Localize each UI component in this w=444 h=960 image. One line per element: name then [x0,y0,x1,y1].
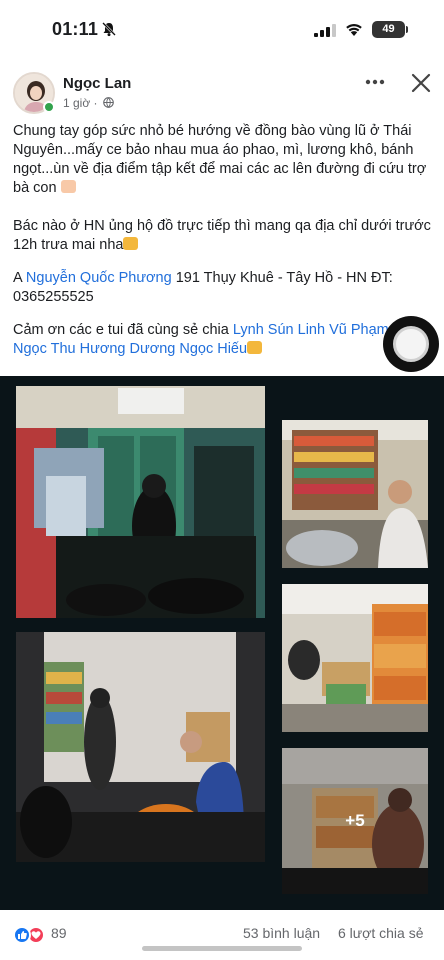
emoji-icon [60,180,76,193]
photo-3[interactable] [282,584,428,732]
tag-link[interactable]: Lynh Sún [233,322,294,338]
post-time[interactable]: 1 giờ · [63,96,98,110]
more-horizontal-icon [365,79,385,85]
paragraph-2-text: Bác nào ở HN ủng hộ đồ trực tiếp thì man… [13,218,431,253]
tag-link[interactable]: Nguyễn Quốc Phương [26,270,172,286]
emoji-icon [247,341,263,354]
status-bar: 01:11 49 [0,0,444,60]
photo-4[interactable] [16,632,265,862]
post-paragraph-1: Chung tay góp sức nhỏ bé hướng về đồng b… [13,122,433,198]
post-paragraph-4: Cảm ơn các e tui đã cùng sẻ chia Lynh Sú… [13,321,433,359]
floating-button-inner [393,326,429,362]
status-time: 01:11 [52,19,99,39]
signal-icon [314,24,336,37]
post-meta: 1 giờ · [63,96,114,110]
emoji-icon [123,237,139,250]
author-name[interactable]: Ngọc Lan [63,75,131,92]
tag-link[interactable]: Thu Hương [51,341,126,357]
paragraph-3-prefix: A [13,270,26,286]
bell-off-icon [102,22,116,37]
post-paragraph-3: A Nguyễn Quốc Phương 191 Thụy Khuê - Tây… [13,269,433,307]
wifi-icon [346,24,362,36]
close-icon [411,73,431,93]
close-button[interactable] [408,70,434,96]
globe-icon [103,97,114,108]
paragraph-4-prefix: Cảm ơn các e tui đã cùng sẻ chia [13,322,233,338]
more-options-button[interactable] [362,70,388,94]
post-header: Ngọc Lan 1 giờ · [0,62,444,118]
home-indicator[interactable] [142,946,302,951]
like-reaction-icon [13,926,31,944]
comment-count[interactable]: 53 bình luận [243,925,320,941]
post-footer: 89 53 bình luận 6 lượt chia sẻ [0,910,444,960]
share-count[interactable]: 6 lượt chia sẻ [338,925,423,941]
more-photos-overlay[interactable]: +5 [282,748,428,894]
reaction-count[interactable]: 89 [51,925,67,941]
post-body: Chung tay góp sức nhỏ bé hướng về đồng b… [13,122,433,378]
photo-2[interactable] [282,420,428,568]
tag-link[interactable]: Linh Vũ [298,322,347,338]
tag-link[interactable]: Dương Ngọc Hiếu [130,341,248,357]
online-status-dot [43,101,55,113]
post-paragraph-2: Bác nào ở HN ủng hộ đồ trực tiếp thì man… [13,217,433,255]
photo-1[interactable] [16,386,265,618]
battery-tip [406,26,408,33]
battery-indicator: 49 [372,21,405,38]
